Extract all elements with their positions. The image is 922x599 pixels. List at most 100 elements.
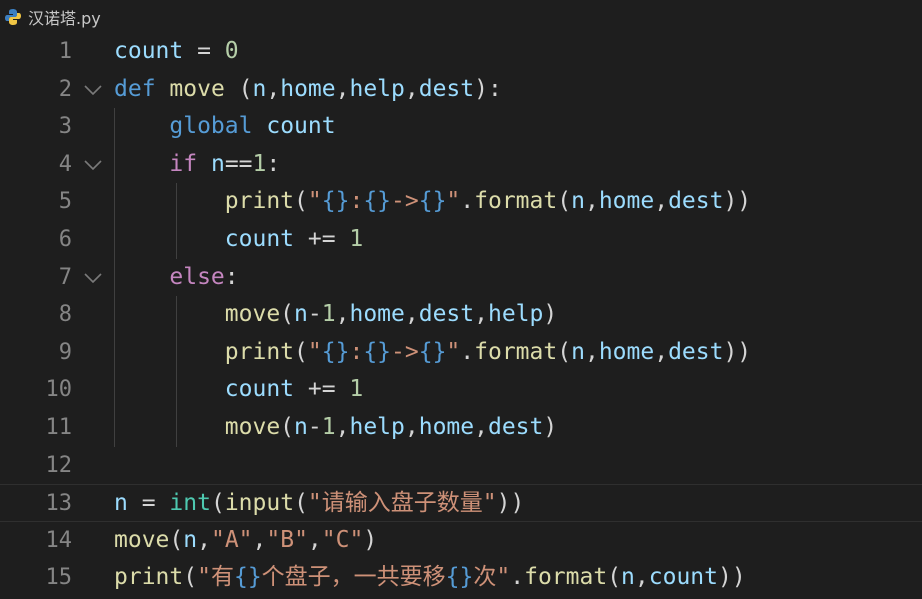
code-line[interactable]: 9 print("{}:{}->{}".format(n,home,dest)) — [0, 334, 922, 372]
code-line[interactable]: 6 count += 1 — [0, 221, 922, 259]
code-token: , — [584, 338, 599, 365]
code-token: ( — [210, 490, 225, 517]
code-token: move — [224, 301, 281, 328]
code-token: , — [404, 414, 419, 440]
code-token: count — [648, 564, 719, 591]
code-token: . — [460, 338, 475, 365]
code-line[interactable]: 11 move(n-1,help,home,dest) — [0, 409, 922, 447]
code-token: dest — [668, 188, 724, 215]
code-token: count — [224, 226, 295, 252]
code-token: " — [446, 338, 461, 365]
code-text: move(n-1,help,home,dest) — [114, 409, 557, 447]
python-file-icon — [5, 8, 21, 25]
code-token: -> — [391, 338, 419, 365]
code-token: {} — [445, 564, 474, 591]
code-line[interactable]: 13 n = int(input("请输入盘子数量")) — [0, 484, 922, 522]
code-token: == — [224, 150, 253, 177]
code-token: ( — [557, 188, 572, 215]
code-token: : — [349, 188, 364, 215]
code-token: ( — [607, 564, 622, 591]
code-token: . — [510, 564, 525, 591]
code-token: n — [210, 150, 225, 177]
code-token: , — [335, 414, 350, 440]
code-line[interactable]: 10 count += 1 — [0, 371, 922, 409]
fold-chevron-icon[interactable] — [82, 269, 104, 287]
code-token: print — [224, 188, 295, 215]
code-token: , — [634, 564, 649, 591]
code-token: , — [266, 75, 281, 102]
code-token: {} — [321, 188, 350, 215]
line-number: 12 — [45, 452, 73, 478]
code-token: count — [266, 113, 336, 140]
code-token: else — [169, 263, 225, 290]
code-token: {} — [418, 188, 447, 215]
code-token: print — [224, 338, 295, 365]
code-token: , — [474, 414, 488, 440]
line-number: 8 — [58, 302, 72, 328]
code-token: {} — [363, 338, 392, 365]
code-token: , — [404, 75, 419, 102]
code-token: n — [571, 188, 585, 215]
code-token: ( — [169, 526, 184, 553]
code-line[interactable]: 4 if n==1: — [0, 146, 922, 184]
line-number: 11 — [45, 415, 73, 440]
line-number: 15 — [45, 565, 73, 591]
breadcrumb[interactable]: 汉诺塔.py — [0, 0, 922, 33]
code-token: n — [183, 526, 198, 553]
code-token: " — [307, 188, 322, 215]
fold-chevron-icon[interactable] — [82, 156, 104, 174]
code-line[interactable]: 7 else: — [0, 259, 922, 297]
code-token: - — [307, 414, 322, 440]
indent-guide — [176, 296, 177, 447]
code-token: ( — [294, 338, 308, 365]
code-token: ( — [294, 188, 308, 215]
code-token: dest — [668, 338, 724, 365]
code-line[interactable]: 14 move(n,"A","B","C") — [0, 522, 922, 560]
code-line[interactable]: 15 print("有{}个盘子，一共要移{}次".format(n,count)… — [0, 559, 922, 597]
code-token: . — [460, 188, 475, 215]
code-token: )) — [496, 490, 525, 517]
code-token: help — [487, 301, 544, 328]
code-line[interactable]: 2 def move (n,home,help,dest): — [0, 71, 922, 109]
code-token: {} — [363, 188, 392, 215]
line-number: 6 — [58, 227, 72, 252]
code-token: , — [335, 75, 350, 102]
code-text: print("有{}个盘子，一共要移{}次".format(n,count)) — [114, 559, 746, 597]
line-number: 2 — [58, 76, 72, 102]
code-token: {} — [233, 564, 262, 591]
code-token: )) — [723, 188, 752, 215]
code-editor[interactable]: 1 count = 0 2 def move (n,home,help,dest): 3… — [0, 33, 922, 599]
code-token: n — [252, 75, 267, 102]
fold-chevron-icon[interactable] — [82, 81, 104, 99]
line-number: 4 — [58, 151, 72, 177]
code-token: ( — [280, 301, 295, 328]
code-token: n — [571, 338, 585, 365]
line-number: 3 — [58, 114, 72, 140]
code-line[interactable]: 1 count = 0 — [0, 33, 922, 71]
code-line[interactable]: 5 print("{}:{}->{}".format(n,home,dest)) — [0, 183, 922, 221]
code-token: , — [404, 301, 419, 328]
code-token: - — [307, 301, 322, 328]
code-token: ) — [363, 526, 378, 553]
code-token: input — [224, 490, 295, 517]
code-token: home — [418, 414, 475, 440]
code-token: : — [224, 263, 239, 290]
code-token: "A" — [210, 526, 253, 553]
code-token: ( — [224, 75, 253, 102]
code-line[interactable]: 12 — [0, 447, 922, 485]
code-token: ( — [557, 338, 572, 365]
code-text: global count — [114, 108, 336, 146]
code-token: move — [114, 526, 170, 553]
code-token: home — [598, 338, 655, 365]
line-number: 5 — [58, 189, 72, 215]
code-token: ( — [294, 490, 308, 517]
code-line[interactable]: 8 move(n-1,home,dest,help) — [0, 296, 922, 334]
code-token: dest — [418, 301, 475, 328]
code-text: print("{}:{}->{}".format(n,home,dest)) — [114, 334, 751, 372]
code-line[interactable]: 3 global count — [0, 108, 922, 146]
